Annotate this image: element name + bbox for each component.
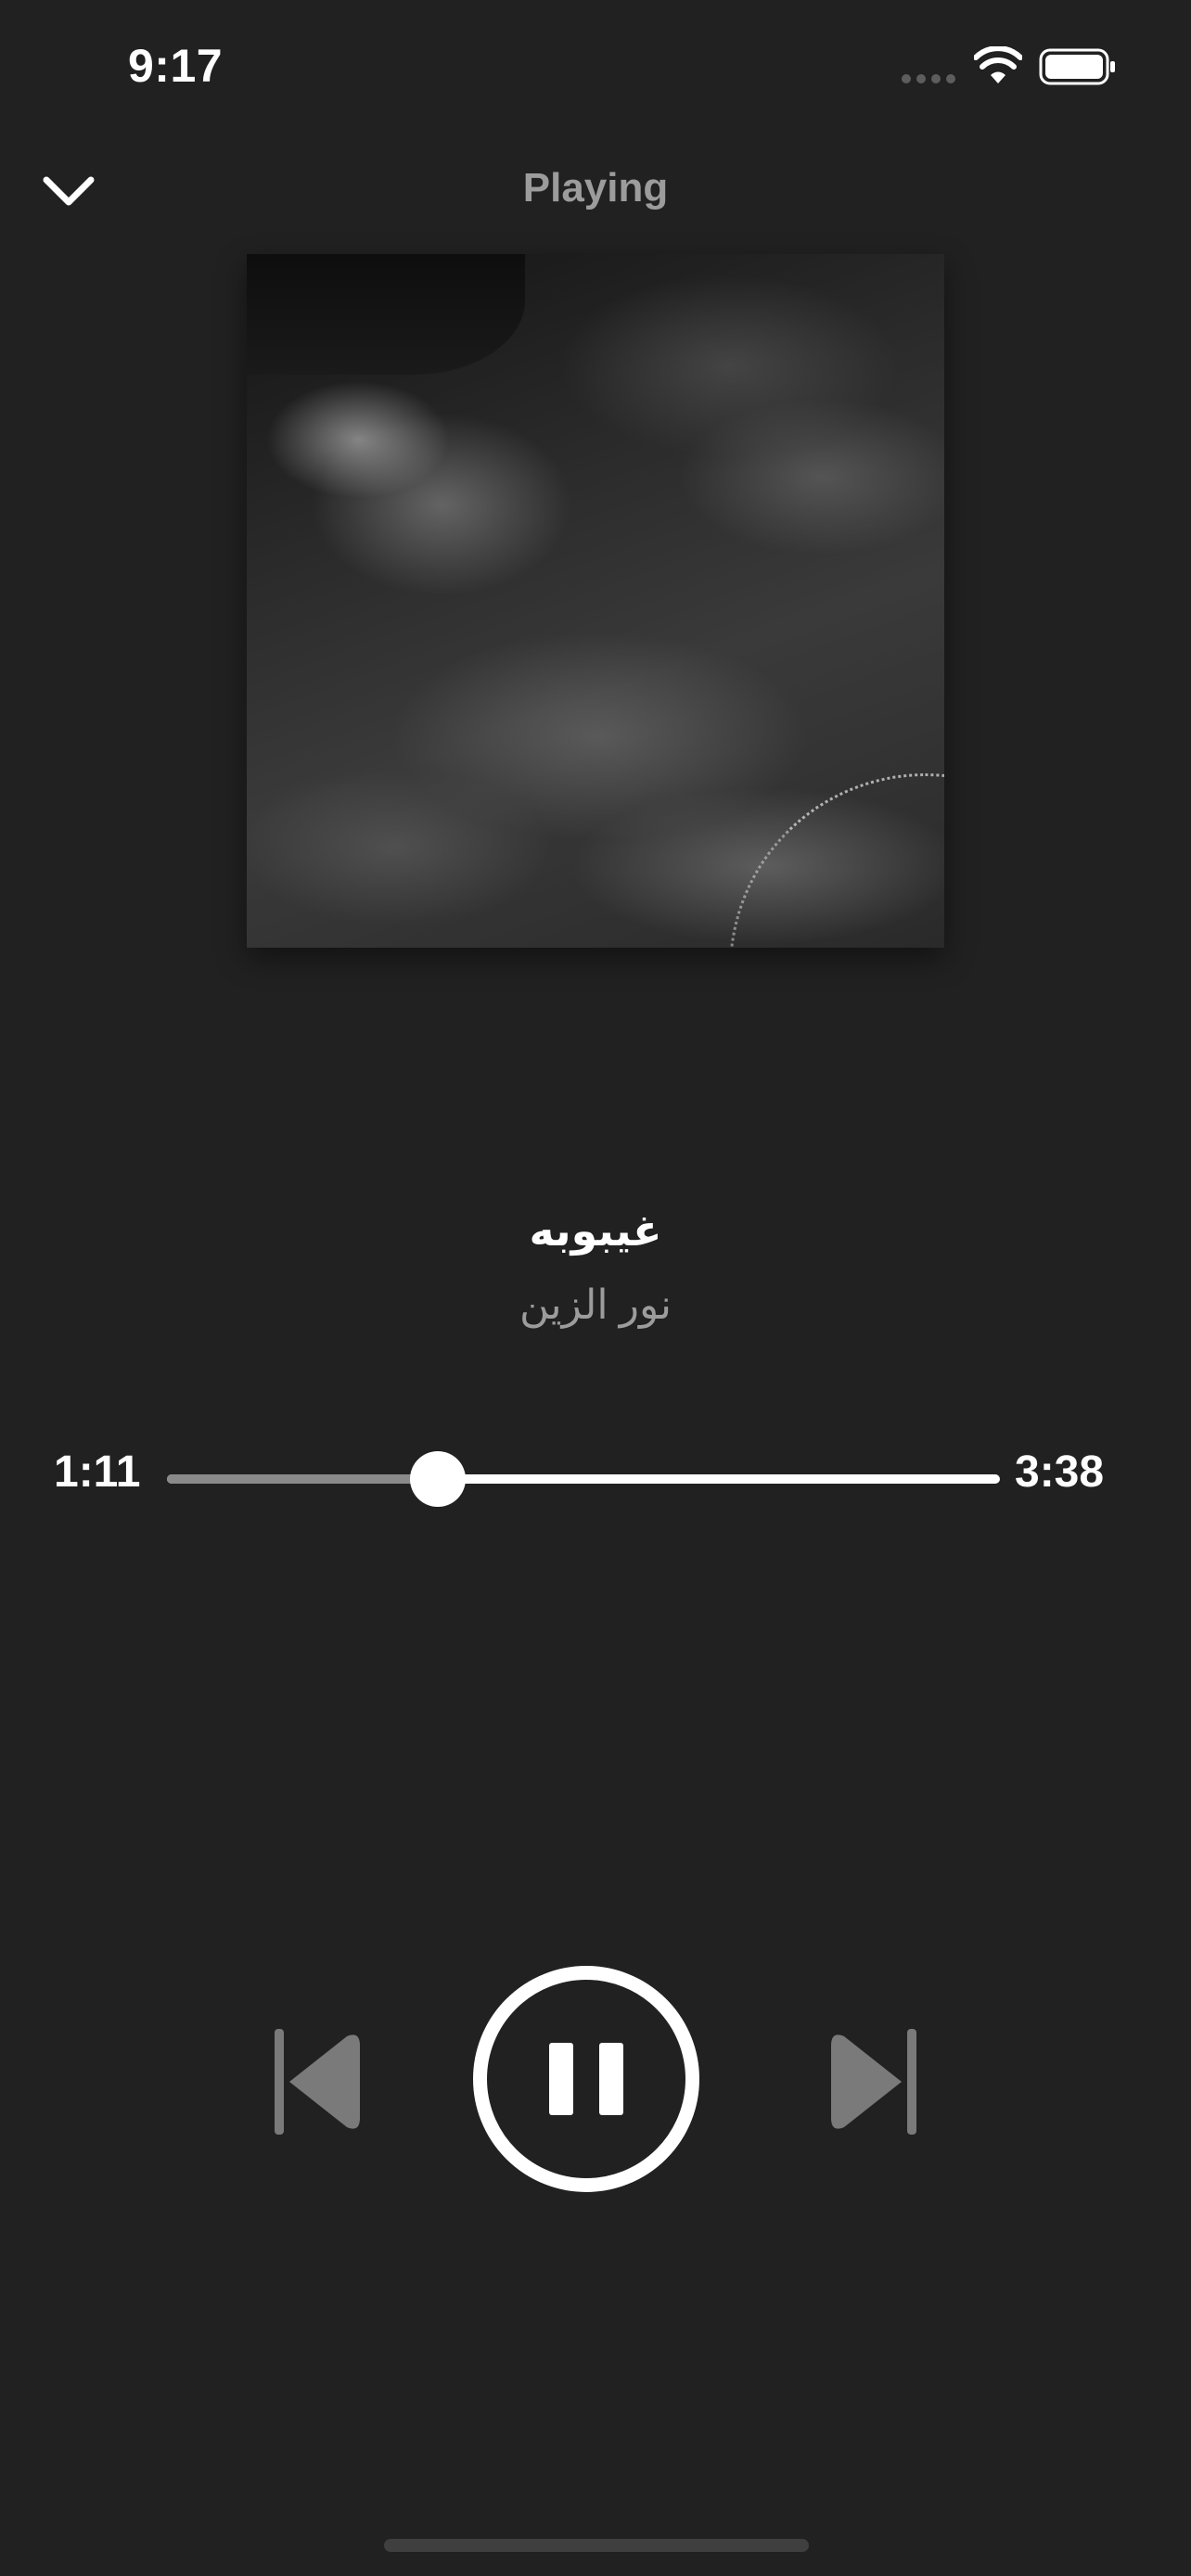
previous-track-button[interactable] [271,2027,364,2136]
skip-previous-icon [275,2029,360,2135]
album-artwork [247,254,944,948]
next-track-button[interactable] [827,2027,920,2136]
battery-icon [1039,48,1115,85]
total-time: 3:38 [1015,1447,1105,1497]
progress-thumb[interactable] [410,1451,467,1507]
home-indicator[interactable] [384,2539,809,2552]
skip-next-icon [831,2029,916,2135]
status-time: 9:17 [128,40,224,92]
chevron-down-icon [43,176,95,206]
cellular-signal-icon [902,74,955,83]
collapse-button[interactable] [35,165,102,217]
page-title: Playing [522,165,669,210]
wifi-icon [974,46,1022,83]
progress-played [167,1474,439,1484]
pause-icon [549,2043,623,2115]
progress-slider[interactable] [167,1451,1000,1507]
song-title: غيبوبه [529,1206,662,1255]
song-artist: نور الزين [519,1282,672,1328]
elapsed-time: 1:11 [54,1447,141,1497]
pause-button[interactable] [473,1966,699,2192]
